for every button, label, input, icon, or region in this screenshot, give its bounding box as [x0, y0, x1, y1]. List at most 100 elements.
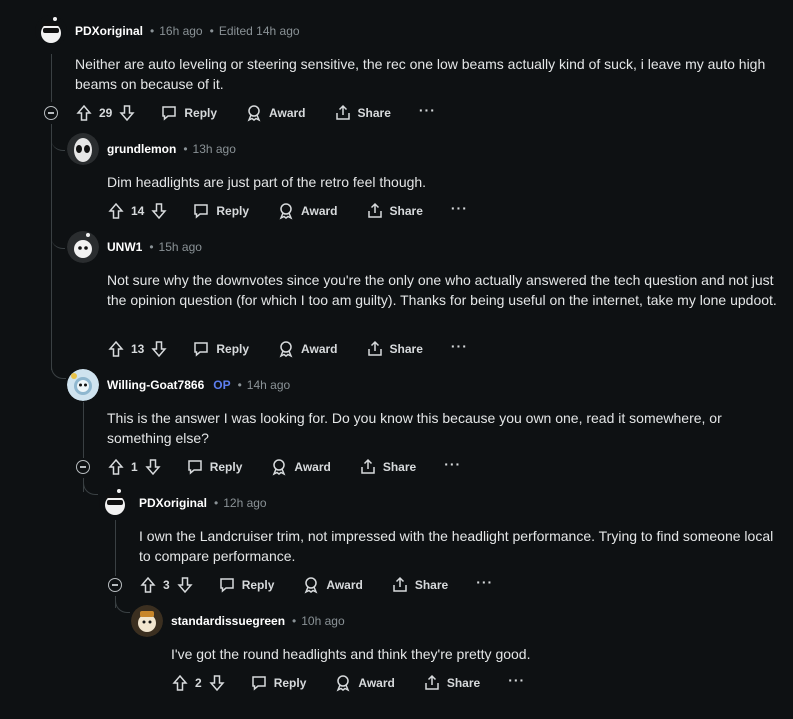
more-options-icon[interactable]: ···: [476, 574, 493, 590]
reply-label: Reply: [216, 204, 250, 218]
reply-button[interactable]: Reply: [192, 202, 249, 220]
reply-button[interactable]: Reply: [186, 458, 243, 476]
share-label: Share: [446, 676, 481, 690]
upvote-icon[interactable]: [139, 576, 157, 594]
share-button[interactable]: Share: [366, 340, 423, 358]
downvote-icon[interactable]: [150, 202, 168, 220]
downvote-icon[interactable]: [150, 340, 168, 358]
timestamp: 13h ago: [192, 142, 236, 156]
thread-branch: [51, 232, 65, 249]
separator-dot: •: [237, 378, 242, 392]
author-name[interactable]: PDXoriginal: [139, 496, 207, 510]
comment-body: Neither are auto leveling or steering se…: [75, 56, 766, 92]
author-name[interactable]: UNW1: [107, 240, 142, 254]
timestamp: 12h ago: [223, 496, 267, 510]
more-options-icon[interactable]: ···: [508, 672, 525, 688]
comment-meta: PDXoriginal • 16h ago • Edited 14h ago: [75, 24, 300, 38]
edited-label: Edited 14h ago: [218, 24, 300, 38]
separator-dot: •: [183, 142, 188, 156]
thread-line: [83, 402, 84, 458]
downvote-icon[interactable]: [144, 458, 162, 476]
comment-body: I own the Landcruiser trim, not impresse…: [139, 528, 774, 564]
comment-meta: Willing-Goat7866 OP • 14h ago: [107, 378, 290, 392]
comment-actions: 13 Reply Award Share ···: [107, 337, 468, 361]
avatar[interactable]: [131, 605, 163, 637]
vote-count: 2: [195, 676, 202, 690]
op-badge: OP: [213, 378, 231, 392]
collapse-icon[interactable]: [108, 578, 122, 592]
upvote-icon[interactable]: [171, 674, 189, 692]
vote-count: 3: [163, 578, 170, 592]
upvote-icon[interactable]: [107, 340, 125, 358]
share-button[interactable]: Share: [423, 674, 480, 692]
vote-count: 29: [99, 106, 113, 120]
vote-count: 13: [131, 342, 145, 356]
reply-button[interactable]: Reply: [192, 340, 249, 358]
award-label: Award: [301, 204, 338, 218]
share-label: Share: [389, 204, 423, 218]
author-name[interactable]: PDXoriginal: [75, 24, 143, 38]
separator-dot: •: [149, 240, 154, 254]
downvote-icon[interactable]: [118, 104, 136, 122]
vote-count: 1: [131, 460, 138, 474]
more-options-icon[interactable]: ···: [419, 102, 436, 118]
reply-label: Reply: [209, 460, 243, 474]
award-label: Award: [294, 460, 331, 474]
award-label: Award: [269, 106, 306, 120]
collapse-icon[interactable]: [76, 460, 90, 474]
award-button[interactable]: Award: [270, 458, 331, 476]
share-label: Share: [357, 106, 391, 120]
reply-button[interactable]: Reply: [250, 674, 306, 692]
avatar[interactable]: [67, 133, 99, 165]
timestamp: 16h ago: [159, 24, 203, 38]
award-button[interactable]: Award: [277, 202, 338, 220]
award-button[interactable]: Award: [302, 576, 363, 594]
share-label: Share: [389, 342, 423, 356]
upvote-icon[interactable]: [107, 458, 125, 476]
separator-dot: •: [214, 496, 219, 510]
reply-button[interactable]: Reply: [218, 576, 274, 594]
avatar[interactable]: [67, 369, 99, 401]
thread-branch: [83, 478, 98, 495]
downvote-icon[interactable]: [176, 576, 194, 594]
comment-meta: PDXoriginal • 12h ago: [139, 496, 267, 510]
share-label: Share: [382, 460, 417, 474]
award-button[interactable]: Award: [334, 674, 395, 692]
share-label: Share: [414, 578, 449, 592]
upvote-icon[interactable]: [107, 202, 125, 220]
share-button[interactable]: Share: [391, 576, 448, 594]
thread-branch: [115, 596, 130, 613]
separator-dot: •: [150, 24, 155, 38]
thread-branch: [51, 360, 66, 379]
more-options-icon[interactable]: ···: [451, 338, 468, 354]
author-name[interactable]: standardissuegreen: [171, 614, 285, 628]
comment-body: Not sure why the downvotes since you're …: [107, 272, 777, 308]
thread-line: [115, 520, 116, 576]
reply-button[interactable]: Reply: [160, 104, 217, 122]
timestamp: 14h ago: [246, 378, 291, 392]
award-button[interactable]: Award: [245, 104, 306, 122]
collapse-icon[interactable]: [44, 106, 58, 120]
vote-count: 14: [131, 204, 145, 218]
more-options-icon[interactable]: ···: [444, 456, 461, 472]
share-button[interactable]: Share: [366, 202, 423, 220]
comment-body: I've got the round headlights and think …: [171, 646, 531, 662]
thread-branch: [51, 134, 65, 151]
author-name[interactable]: grundlemon: [107, 142, 176, 156]
timestamp: 10h ago: [301, 614, 345, 628]
separator-dot: •: [209, 24, 214, 38]
share-button[interactable]: Share: [334, 104, 391, 122]
comment-actions: 14 Reply Award Share ···: [107, 199, 468, 223]
more-options-icon[interactable]: ···: [451, 200, 468, 216]
reply-label: Reply: [216, 342, 250, 356]
downvote-icon[interactable]: [208, 674, 226, 692]
avatar[interactable]: [67, 231, 99, 263]
share-button[interactable]: Share: [359, 458, 416, 476]
award-label: Award: [301, 342, 338, 356]
comment-meta: grundlemon • 13h ago: [107, 142, 236, 156]
avatar[interactable]: [99, 487, 131, 519]
avatar[interactable]: [35, 15, 67, 47]
author-name[interactable]: Willing-Goat7866: [107, 378, 204, 392]
upvote-icon[interactable]: [75, 104, 93, 122]
award-button[interactable]: Award: [277, 340, 338, 358]
